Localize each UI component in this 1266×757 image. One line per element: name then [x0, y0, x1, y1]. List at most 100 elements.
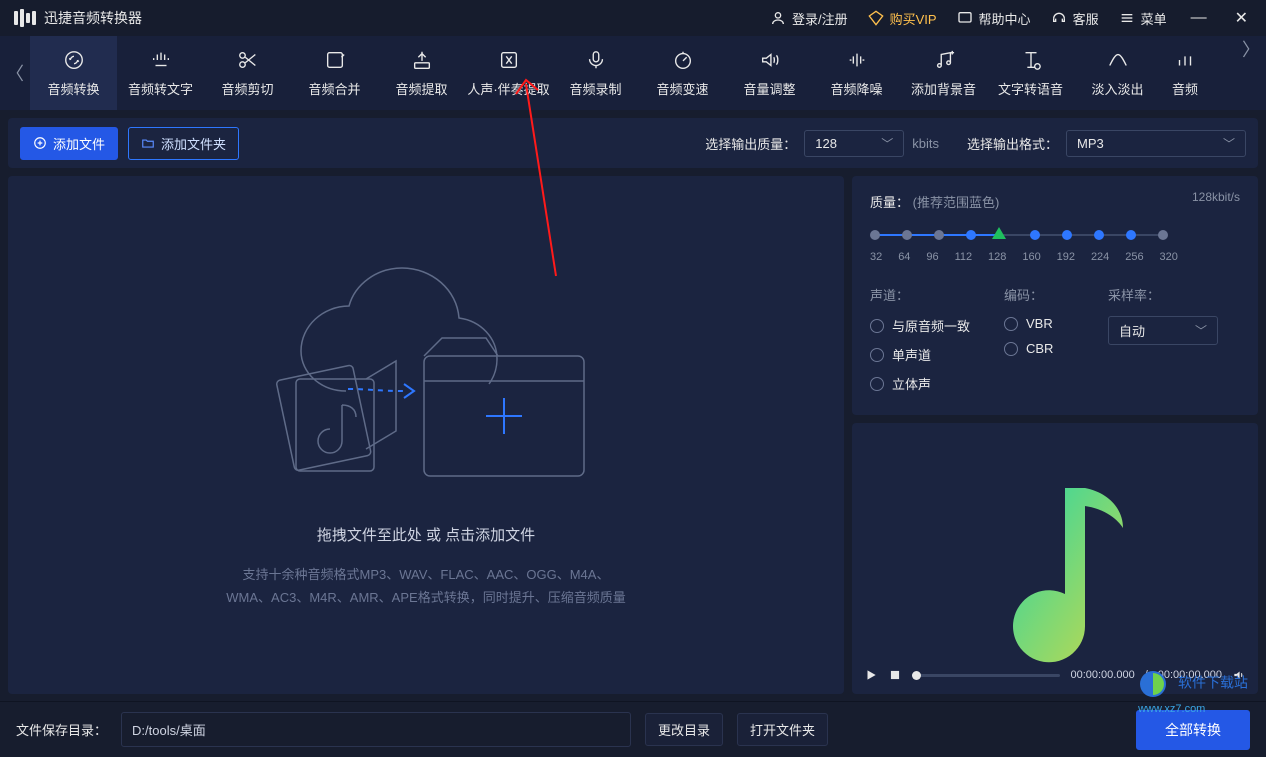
tab-add-bgm[interactable]: 添加背景音 [900, 36, 987, 110]
app-title: 迅捷音频转换器 [44, 8, 142, 28]
tab-label: 人声·伴奏提取 [467, 79, 549, 98]
merge-icon [324, 49, 346, 71]
tab-label: 音频录制 [569, 79, 621, 98]
watermark-text2: www.xz7.com [1138, 703, 1205, 715]
open-dir-label: 打开文件夹 [750, 720, 815, 739]
right-pane: 质量： (推荐范围蓝色) 128kbit/s 32 64 [852, 176, 1258, 694]
output-quality-label: 选择输出质量： [705, 134, 796, 153]
tab-audio-merge[interactable]: 音频合并 [291, 36, 378, 110]
buy-vip-button[interactable]: 购买VIP [868, 9, 937, 28]
channel-options: 声道： 与原音频一致 单声道 立体声 [870, 285, 980, 393]
dropzone-sub2: WMA、AC3、M4R、AMR、APE格式转换，同时提升、压缩音频质量 [226, 586, 625, 609]
dropzone-sub-text: 支持十余种音频格式MP3、WAV、FLAC、AAC、OGG、M4A、 WMA、A… [226, 563, 625, 610]
tab-more[interactable]: 音频 [1161, 36, 1209, 110]
chevron-down-icon: ﹀ [1223, 135, 1235, 152]
tabs-scroll-right[interactable]: 〉 [1236, 36, 1266, 62]
service-button[interactable]: 客服 [1051, 9, 1099, 28]
tick: 64 [898, 251, 910, 263]
radio-channel-original[interactable]: 与原音频一致 [870, 316, 980, 335]
convert-icon [63, 49, 85, 71]
save-dir-label: 文件保存目录： [16, 720, 107, 739]
tab-noise-reduction[interactable]: 音频降噪 [813, 36, 900, 110]
tick: 32 [870, 251, 882, 263]
split-icon [498, 49, 520, 71]
vip-icon [868, 10, 884, 26]
tab-label: 音频降噪 [830, 79, 882, 98]
watermark: 软件下载站 www.xz7.com [1138, 669, 1248, 715]
add-folder-button[interactable]: 添加文件夹 [128, 127, 239, 160]
dropzone-sub1: 支持十余种音频格式MP3、WAV、FLAC、AAC、OGG、M4A、 [226, 563, 625, 586]
change-dir-button[interactable]: 更改目录 [645, 713, 723, 746]
tab-audio-convert[interactable]: 音频转换 [30, 36, 117, 110]
radio-encoding-vbr[interactable]: VBR [1004, 316, 1084, 331]
tab-label: 添加背景音 [911, 79, 976, 98]
tab-audio-extract[interactable]: 音频提取 [378, 36, 465, 110]
tab-audio-to-text[interactable]: 音频转文字 [117, 36, 204, 110]
quality-slider[interactable] [870, 225, 1170, 245]
quality-label: 质量： (推荐范围蓝色) [870, 192, 1240, 211]
tick: 160 [1022, 251, 1040, 263]
samplerate-dropdown[interactable]: 自动 ﹀ [1108, 316, 1218, 345]
noise-icon [846, 49, 868, 71]
chat-icon [957, 10, 973, 26]
dropzone-main-text: 拖拽文件至此处 或 点击添加文件 [317, 524, 535, 545]
format-dropdown[interactable]: MP3 ﹀ [1066, 130, 1246, 157]
quality-value: 128 [815, 136, 837, 151]
open-dir-button[interactable]: 打开文件夹 [737, 713, 828, 746]
tick: 96 [926, 251, 938, 263]
main-area: 拖拽文件至此处 或 点击添加文件 支持十余种音频格式MP3、WAV、FLAC、A… [8, 176, 1258, 694]
help-button[interactable]: 帮助中心 [957, 9, 1031, 28]
service-label: 客服 [1073, 9, 1099, 28]
drop-zone[interactable]: 拖拽文件至此处 或 点击添加文件 支持十余种音频格式MP3、WAV、FLAC、A… [8, 176, 844, 694]
watermark-text1: 软件下载站 [1178, 675, 1248, 691]
progress-track[interactable] [912, 674, 1060, 677]
close-button[interactable]: ✕ [1231, 8, 1252, 28]
tab-vocal-accompaniment-extract[interactable]: 人声·伴奏提取 [465, 36, 552, 110]
minimize-button[interactable]: — [1187, 9, 1211, 27]
user-icon [770, 10, 786, 26]
radio-channel-mono[interactable]: 单声道 [870, 345, 980, 364]
stop-button-icon[interactable] [888, 668, 902, 682]
bars-icon [1174, 49, 1196, 71]
scissors-icon [237, 49, 259, 71]
tab-audio-record[interactable]: 音频录制 [552, 36, 639, 110]
quality-dropdown[interactable]: 128 ﹀ [804, 130, 904, 157]
tab-label: 音频转文字 [128, 79, 193, 98]
radio-label: CBR [1026, 341, 1053, 356]
radio-label: 单声道 [892, 345, 931, 364]
tab-audio-speed[interactable]: 音频变速 [639, 36, 726, 110]
add-file-button[interactable]: 添加文件 [20, 127, 118, 160]
samplerate-label: 采样率： [1108, 285, 1218, 304]
music-plus-icon [933, 49, 955, 71]
login-button[interactable]: 登录/注册 [770, 9, 848, 28]
tab-label: 音量调整 [743, 79, 795, 98]
progress-thumb[interactable] [912, 671, 921, 680]
encoding-label: 编码： [1004, 285, 1084, 304]
menu-button[interactable]: 菜单 [1119, 9, 1167, 28]
action-row: 添加文件 添加文件夹 选择输出质量： 128 ﹀ kbits 选择输出格式： M… [8, 118, 1258, 168]
headset-icon [1051, 10, 1067, 26]
tab-volume-adjust[interactable]: 音量调整 [726, 36, 813, 110]
tab-text-to-speech[interactable]: 文字转语音 [987, 36, 1074, 110]
tab-fade[interactable]: 淡入淡出 [1074, 36, 1161, 110]
play-button-icon[interactable] [864, 668, 878, 682]
tab-label: 文字转语音 [998, 79, 1063, 98]
samplerate-options: 采样率： 自动 ﹀ [1108, 285, 1218, 393]
chevron-down-icon: ﹀ [1195, 322, 1207, 339]
add-folder-label: 添加文件夹 [161, 134, 226, 153]
time-current: 00:00:00.000 [1070, 669, 1134, 681]
quality-unit: kbits [912, 136, 939, 151]
radio-channel-stereo[interactable]: 立体声 [870, 374, 980, 393]
tab-label: 音频 [1172, 79, 1198, 98]
tabs-scroll-left[interactable]: 〈 [0, 36, 30, 110]
save-path-input[interactable]: D:/tools/桌面 [121, 712, 631, 747]
menu-label: 菜单 [1141, 9, 1167, 28]
plus-circle-icon [33, 136, 47, 150]
save-path-text: D:/tools/桌面 [132, 723, 206, 738]
tick: 192 [1057, 251, 1075, 263]
convert-all-label: 全部转换 [1165, 720, 1221, 740]
radio-encoding-cbr[interactable]: CBR [1004, 341, 1084, 356]
convert-all-button[interactable]: 全部转换 [1136, 710, 1250, 750]
tabs: 音频转换 音频转文字 音频剪切 音频合并 音频提取 人声·伴奏提取 音频录制 音… [30, 36, 1266, 110]
tab-audio-cut[interactable]: 音频剪切 [204, 36, 291, 110]
